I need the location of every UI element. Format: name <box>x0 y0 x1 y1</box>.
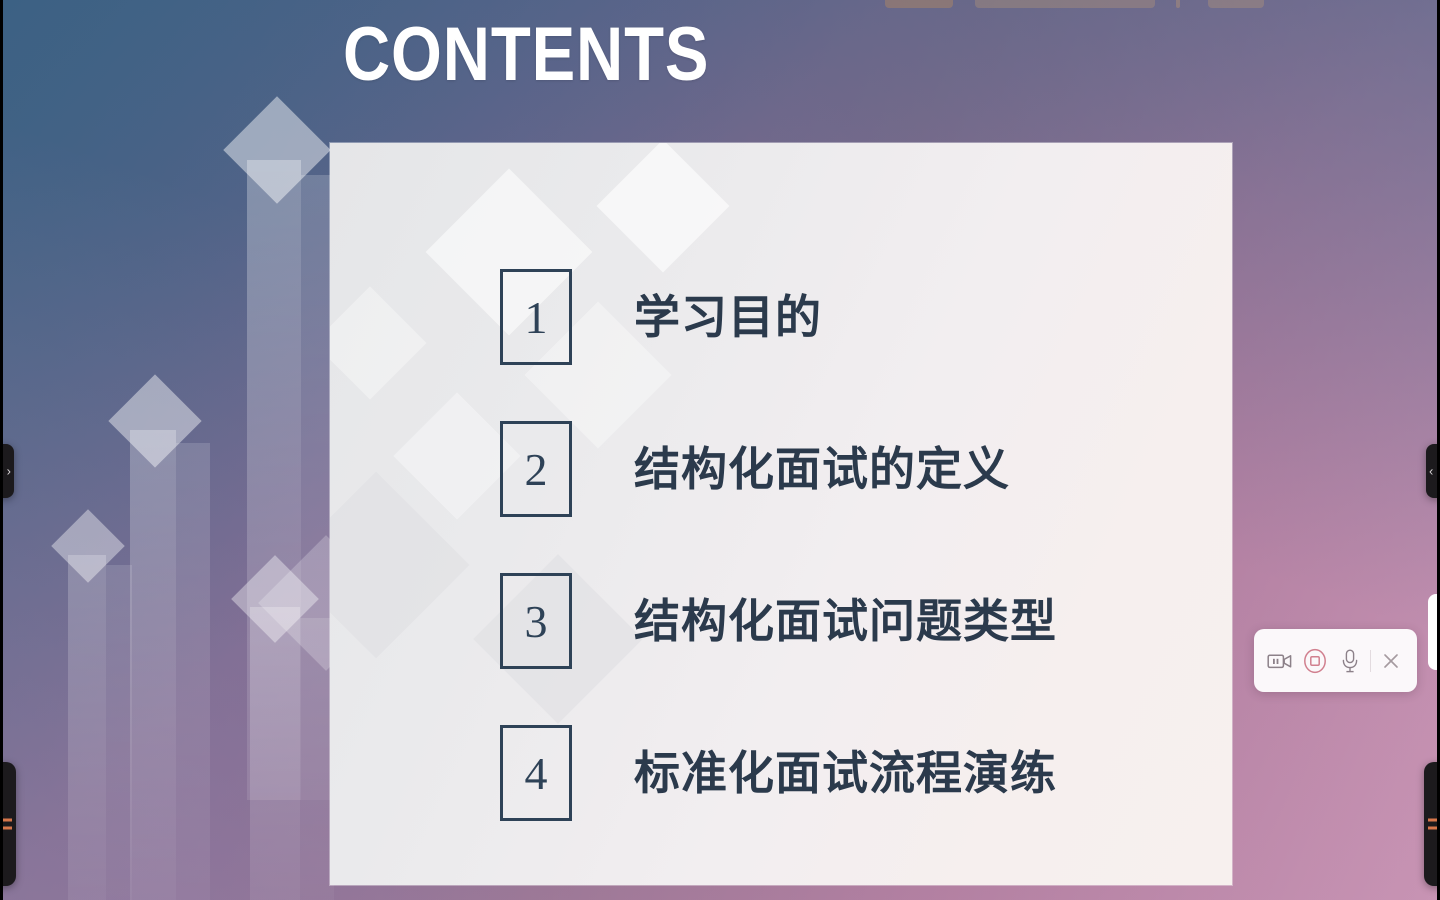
left-frame-edge <box>0 0 3 900</box>
list-item-number: 2 <box>500 421 572 517</box>
list-item-label: 结构化面试的定义 <box>634 442 1010 496</box>
list-item-label: 学习目的 <box>634 290 822 344</box>
top-toolbar-action <box>1208 0 1264 8</box>
list-item-label: 标准化面试流程演练 <box>634 746 1057 800</box>
top-toolbar-pill <box>885 0 953 8</box>
list-item-number: 1 <box>500 269 572 365</box>
list-item[interactable]: 2 结构化面试的定义 <box>500 421 1200 517</box>
list-item-label: 结构化面试问题类型 <box>634 594 1057 648</box>
clipped-top-toolbar <box>0 0 1440 9</box>
contents-list: 1 学习目的 2 结构化面试的定义 3 结构化面试问题类型 4 标准化面试流程演… <box>500 269 1200 877</box>
card-diamond-2 <box>596 143 730 273</box>
camera-paused-icon[interactable] <box>1265 646 1295 676</box>
contents-card: 1 学习目的 2 结构化面试的定义 3 结构化面试问题类型 4 标准化面试流程演… <box>330 143 1232 885</box>
microphone-icon[interactable] <box>1335 646 1365 676</box>
chevron-right-icon: › <box>6 463 11 479</box>
top-toolbar-separator <box>1176 0 1180 8</box>
slide-viewer: CONTENTS 1 学习目的 2 结构化面试的定义 3 结构化面试问题类型 4… <box>0 0 1440 900</box>
list-item[interactable]: 1 学习目的 <box>500 269 1200 365</box>
card-diamond-6 <box>330 286 427 400</box>
toolbar-divider <box>1370 649 1371 672</box>
close-icon[interactable] <box>1376 646 1406 676</box>
top-toolbar-text-block <box>975 0 1155 8</box>
page-title: CONTENTS <box>343 12 710 97</box>
list-item-number: 3 <box>500 573 572 669</box>
recorder-toolbar[interactable] <box>1254 629 1417 692</box>
list-item[interactable]: 4 标准化面试流程演练 <box>500 725 1200 821</box>
list-item-number: 4 <box>500 725 572 821</box>
list-item[interactable]: 3 结构化面试问题类型 <box>500 573 1200 669</box>
chevron-left-icon: ‹ <box>1429 463 1434 479</box>
stop-recording-icon[interactable] <box>1300 646 1330 676</box>
